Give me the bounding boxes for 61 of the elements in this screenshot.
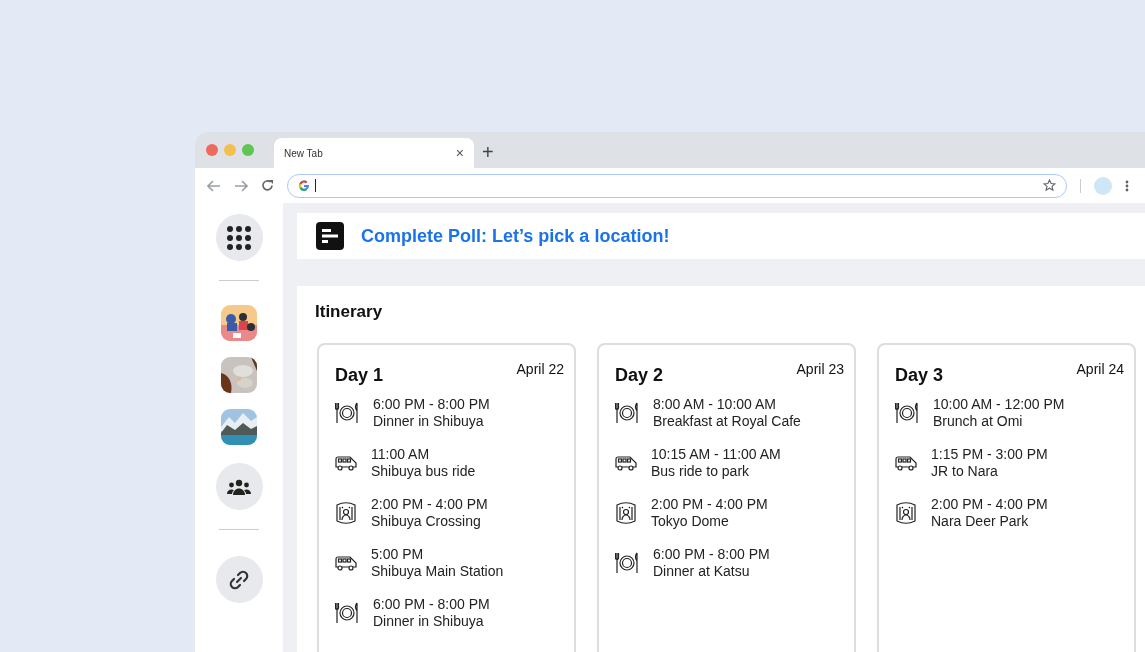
event-name: Tokyo Dome bbox=[651, 513, 730, 530]
poll-title[interactable]: Complete Poll: Let’s pick a location! bbox=[361, 225, 670, 247]
stadium-icon bbox=[335, 502, 357, 524]
poll-icon bbox=[316, 222, 344, 250]
stadium-icon bbox=[895, 502, 917, 524]
day-date: April 23 bbox=[796, 361, 844, 379]
day-title: Day 1 bbox=[335, 365, 384, 386]
event-name: Brunch at Omi bbox=[933, 413, 1024, 430]
group-button[interactable] bbox=[215, 463, 263, 510]
bus-icon bbox=[335, 455, 357, 471]
event-time: 6:00 PM - 8:00 PM bbox=[373, 396, 490, 413]
event-time: 10:00 AM - 12:00 PM bbox=[933, 396, 1065, 413]
back-icon[interactable] bbox=[207, 179, 221, 192]
menu-icon[interactable] bbox=[1125, 179, 1129, 192]
bus-icon bbox=[895, 455, 917, 471]
reload-icon[interactable] bbox=[261, 179, 274, 192]
people-icon bbox=[227, 478, 251, 495]
close-tab-button[interactable]: × bbox=[455, 145, 464, 161]
plate-icon bbox=[615, 552, 639, 574]
plate-icon bbox=[335, 602, 359, 624]
bookmark-star-icon[interactable] bbox=[1043, 179, 1056, 192]
event-name: Shibuya Crossing bbox=[371, 513, 482, 530]
day-title: Day 3 bbox=[895, 365, 944, 386]
event-name: Breakfast at Royal Cafe bbox=[653, 413, 801, 430]
browser-tab[interactable]: New Tab bbox=[284, 147, 323, 159]
day-date: April 22 bbox=[516, 361, 564, 379]
bus-icon bbox=[335, 555, 357, 571]
day-date: April 24 bbox=[1076, 361, 1124, 379]
event-time: 8:00 AM - 10:00 AM bbox=[653, 396, 777, 413]
poll-banner[interactable]: Complete Poll: Let’s pick a location! bbox=[297, 213, 1145, 259]
link-icon bbox=[228, 568, 250, 591]
search-engine-icon bbox=[298, 179, 310, 192]
forward-icon[interactable] bbox=[234, 179, 248, 192]
apps-grid-icon bbox=[227, 225, 251, 250]
event-name: Shibuya bus ride bbox=[371, 463, 476, 480]
event-time: 10:15 AM - 11:00 AM bbox=[651, 446, 781, 463]
event-time: 11:00 AM bbox=[371, 446, 431, 463]
event-name: Dinner in Shibuya bbox=[373, 413, 485, 430]
itinerary-title: Itinerary bbox=[315, 302, 384, 322]
event-time: 2:00 PM - 4:00 PM bbox=[651, 496, 768, 513]
event-name: JR to Nara bbox=[931, 463, 999, 480]
event-time: 2:00 PM - 4:00 PM bbox=[931, 496, 1048, 513]
stadium-icon bbox=[615, 502, 637, 524]
plate-icon bbox=[335, 402, 359, 424]
event-name: Dinner at Katsu bbox=[653, 563, 751, 580]
event-name: Bus ride to park bbox=[651, 463, 751, 480]
event-name: Nara Deer Park bbox=[931, 513, 1030, 530]
event-time: 2:00 PM - 4:00 PM bbox=[371, 496, 488, 513]
event-time: 6:00 PM - 8:00 PM bbox=[653, 546, 770, 563]
new-tab-button[interactable]: + bbox=[482, 142, 494, 162]
apps-button[interactable] bbox=[215, 214, 263, 261]
bus-icon bbox=[615, 455, 637, 471]
link-button[interactable] bbox=[215, 556, 263, 603]
event-time: 1:15 PM - 3:00 PM bbox=[931, 446, 1048, 463]
plate-icon bbox=[615, 402, 639, 424]
plate-icon bbox=[895, 402, 919, 424]
event-name: Shibuya Main Station bbox=[371, 563, 504, 580]
event-time: 6:00 PM - 8:00 PM bbox=[373, 596, 490, 613]
event-name: Dinner in Shibuya bbox=[373, 613, 485, 630]
day-title: Day 2 bbox=[615, 365, 664, 386]
event-time: 5:00 PM bbox=[371, 546, 425, 563]
